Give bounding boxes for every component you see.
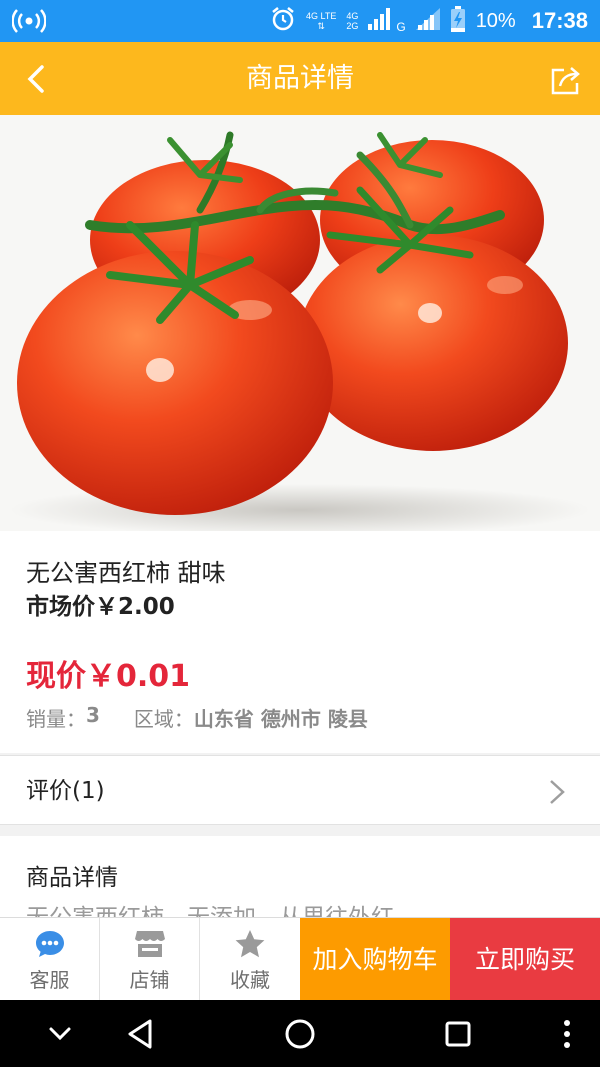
market-price: 市场价￥2.00	[26, 594, 175, 620]
back-triangle-icon	[128, 1019, 152, 1048]
reviews-row[interactable]: 评价(1)	[0, 755, 600, 825]
product-detail-screen: 4G LTE ⇅ 4G 2G G 10% 17:38 商品详情 无公害西红柿 甜…	[0, 0, 600, 1067]
favorite-button[interactable]: 收藏	[200, 918, 300, 1001]
favorite-label: 收藏	[230, 968, 270, 992]
chevron-down-icon	[49, 1027, 71, 1040]
network-type-label-2: 4G 2G	[346, 11, 359, 31]
region-label: 区域：	[133, 707, 194, 731]
service-button[interactable]: 客服	[0, 918, 99, 1001]
share-button[interactable]	[550, 64, 582, 96]
store-icon	[134, 928, 166, 962]
nav-recents-button[interactable]	[428, 1000, 488, 1067]
system-nav-bar	[0, 1000, 600, 1067]
product-info: 无公害西红柿 甜味 市场价￥2.00 现价￥0.01 销量： 3 区域： 山东省…	[0, 531, 600, 753]
alarm-icon	[270, 6, 296, 36]
signal-icon-2	[415, 8, 440, 34]
service-label: 客服	[29, 968, 70, 992]
store-button[interactable]: 店铺	[100, 918, 199, 1001]
store-label: 店铺	[129, 968, 170, 992]
status-bar: 4G LTE ⇅ 4G 2G G 10% 17:38	[0, 0, 600, 42]
product-name: 无公害西红柿 甜味	[26, 559, 226, 587]
more-vert-icon	[564, 1019, 570, 1048]
carrier-g-label: G	[396, 20, 406, 34]
nav-back-button[interactable]	[110, 1000, 170, 1067]
star-icon	[234, 928, 266, 964]
product-image-carousel[interactable]	[0, 115, 600, 531]
details-heading: 商品详情	[26, 865, 118, 891]
tomato-photo	[10, 131, 590, 531]
signal-icon	[368, 8, 392, 34]
sales-label: 销量：	[26, 707, 86, 731]
app-header: 商品详情	[0, 42, 600, 115]
clock-time: 17:38	[531, 8, 588, 33]
add-to-cart-button[interactable]: 加入购物车	[300, 918, 450, 1001]
nav-menu-button[interactable]	[545, 1000, 589, 1067]
home-circle-icon	[285, 1019, 315, 1048]
product-meta: 销量： 3 区域： 山东省 德州市 陵县	[26, 703, 368, 732]
buy-now-button[interactable]: 立即购买	[450, 918, 600, 1001]
network-type-label: 4G LTE ⇅	[305, 11, 337, 31]
page-title: 商品详情	[246, 63, 354, 94]
sales-value: 3	[86, 703, 100, 727]
chevron-right-icon	[550, 780, 565, 804]
bottom-action-bar: 客服 店铺 收藏 加入购物车 立即购买	[0, 917, 600, 1001]
battery-percent: 10%	[475, 9, 516, 32]
chat-bubble-icon	[34, 928, 66, 964]
nav-home-button[interactable]	[270, 1000, 330, 1067]
current-price: 现价￥0.01	[26, 659, 191, 694]
region-value: 山东省 德州市 陵县	[193, 707, 368, 731]
details-section: 商品详情 无公害西红柿，无添加，从里往外红	[0, 836, 600, 926]
recents-square-icon	[445, 1021, 471, 1046]
battery-charging-icon	[450, 6, 466, 36]
hotspot-icon	[11, 8, 47, 34]
share-icon	[551, 67, 580, 95]
nav-collapse-button[interactable]	[30, 1000, 90, 1067]
reviews-label: 评价(1)	[26, 778, 105, 804]
